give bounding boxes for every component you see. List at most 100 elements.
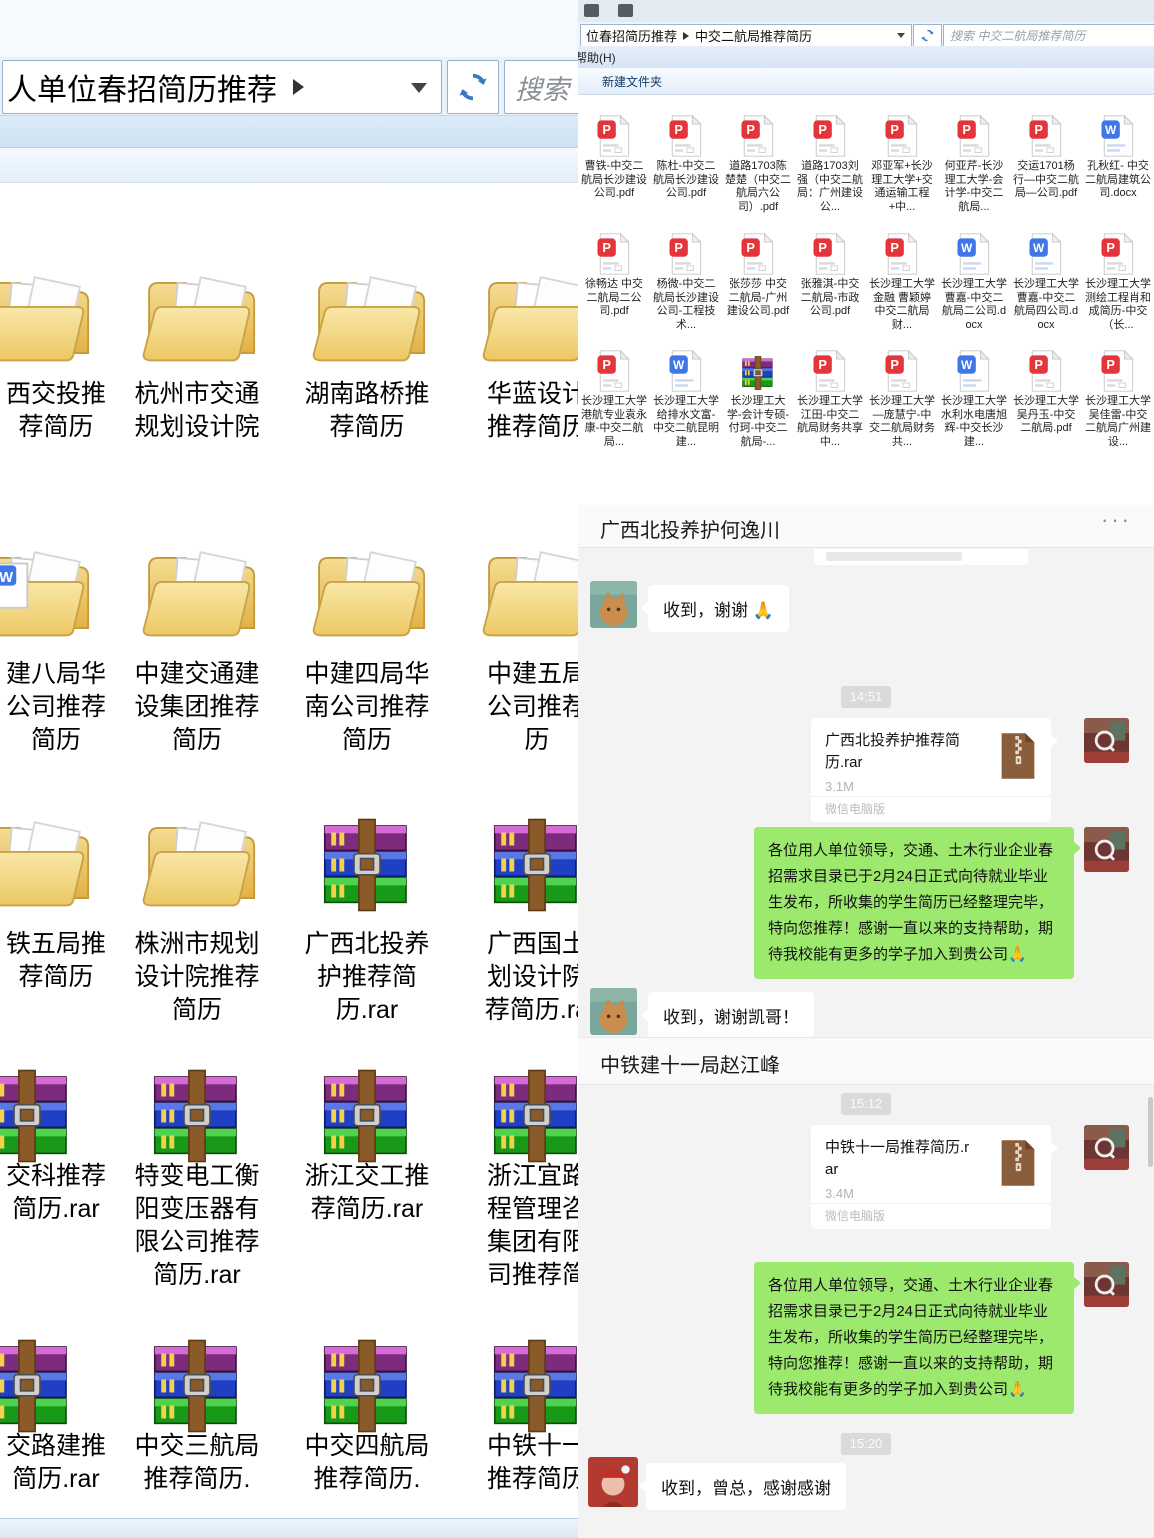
word-file-icon bbox=[955, 232, 993, 276]
avatar[interactable] bbox=[1084, 827, 1129, 877]
file-item[interactable] bbox=[138, 262, 256, 374]
rar-archive-icon bbox=[145, 1068, 249, 1164]
right-address-bar[interactable]: 位春招简历推荐 中交二航局推荐简历 bbox=[580, 24, 912, 47]
file-item[interactable]: 孔秋红- 中交二航局建筑公司.docx bbox=[1083, 114, 1153, 201]
file-item[interactable] bbox=[485, 1328, 579, 1434]
breadcrumb-parent[interactable]: 位春招简历推荐 bbox=[581, 26, 677, 45]
file-item[interactable]: 道路1703陈楚楚（中交二航局六公司）.pdf bbox=[723, 114, 793, 214]
file-item-label[interactable]: 中交四航局 推荐简历. bbox=[288, 1430, 446, 1496]
file-item[interactable] bbox=[0, 807, 90, 919]
file-item-label[interactable]: 交路建推 简历.rar bbox=[0, 1430, 112, 1496]
file-item[interactable]: 长沙理工大学江田-中交二航局财务共享中... bbox=[795, 349, 865, 449]
file-item[interactable] bbox=[0, 537, 90, 649]
file-item[interactable]: 张雅淇-中交二航局-市政公司.pdf bbox=[795, 232, 865, 319]
file-item-label[interactable]: 中建四局华 南公司推荐 简历 bbox=[288, 658, 446, 757]
file-item[interactable]: 邓亚军+长沙理工大学+交通运输工程+中... bbox=[867, 114, 937, 214]
file-item[interactable]: 交运1701杨行—中交二航局—公司.pdf bbox=[1011, 114, 1081, 201]
file-message-card[interactable]: 广西北投养护推荐简历.rar 3.1M 微信电脑版 bbox=[811, 718, 1051, 822]
file-item[interactable] bbox=[315, 807, 419, 913]
file-item[interactable] bbox=[0, 262, 90, 374]
file-item-label[interactable]: 建八局华 公司推荐 简历 bbox=[0, 658, 112, 757]
pdf-file-icon bbox=[595, 114, 633, 158]
avatar[interactable] bbox=[1084, 1262, 1129, 1312]
file-name: 长沙理工大学曹嘉-中交二航局四公司.docx bbox=[1013, 278, 1079, 332]
file-item[interactable]: 陈杜-中交二航局长沙建设公司.pdf bbox=[651, 114, 721, 201]
file-item[interactable] bbox=[485, 807, 579, 913]
file-item-label[interactable]: 铁五局推 荐简历 bbox=[0, 928, 112, 994]
file-item[interactable]: 张莎莎 中交二航局-广州建设公司.pdf bbox=[723, 232, 793, 319]
file-item[interactable]: 杨微-中交二航局长沙建设公司-工程技术... bbox=[651, 232, 721, 332]
file-item[interactable]: 长沙理工大学-会计专硕-付珂-中交二航局-... bbox=[723, 349, 793, 449]
file-item[interactable]: 长沙理工大学曹嘉-中交二航局四公司.docx bbox=[1011, 232, 1081, 332]
file-item[interactable]: 长沙理工大学给排水文富-中交二航昆明建... bbox=[651, 349, 721, 449]
file-item-label[interactable]: 杭州市交通 规划设计院 bbox=[118, 378, 276, 444]
address-dropdown-icon[interactable] bbox=[897, 33, 905, 38]
file-item-label[interactable]: 浙江宜路 程管理咨 集团有限 司推荐简 bbox=[458, 1160, 579, 1292]
file-item[interactable]: 长沙理工大学测绘工程肖和成简历-中交（长... bbox=[1083, 232, 1153, 332]
search-input[interactable]: 搜索 中交二航局推荐简历 bbox=[943, 24, 1154, 47]
file-item-label[interactable]: 特变电工衡 阳变压器有 限公司推荐 简历.rar bbox=[118, 1160, 276, 1292]
refresh-button[interactable] bbox=[447, 60, 499, 114]
avatar[interactable] bbox=[588, 1457, 638, 1512]
address-dropdown-icon[interactable] bbox=[411, 83, 427, 93]
new-folder-button[interactable]: 新建文件夹 bbox=[602, 73, 662, 90]
file-item-label[interactable]: 浙江交工推 荐简历.rar bbox=[288, 1160, 446, 1226]
file-item[interactable] bbox=[315, 1328, 419, 1434]
file-item[interactable]: 何亚芹-长沙理工大学-会计学-中交二航局... bbox=[939, 114, 1009, 214]
file-item[interactable]: 曹铁-中交二航局长沙建设公司.pdf bbox=[579, 114, 649, 201]
refresh-button[interactable] bbox=[913, 24, 942, 47]
avatar[interactable] bbox=[1084, 718, 1129, 768]
file-item[interactable]: 长沙理工大学 金融 曹颖婷 中交二航局财... bbox=[867, 232, 937, 332]
file-item[interactable] bbox=[315, 1058, 419, 1164]
file-item[interactable] bbox=[0, 1328, 79, 1434]
file-item-label[interactable]: 华蓝设计 推荐简历 bbox=[458, 378, 579, 444]
breadcrumb-arrow-icon[interactable] bbox=[293, 79, 304, 95]
file-item-label[interactable]: 广西北投养 护推荐简 历.rar bbox=[288, 928, 446, 1027]
file-item[interactable] bbox=[485, 1058, 579, 1164]
file-item[interactable]: 长沙理工大学港航专业袁永康-中交二航局... bbox=[579, 349, 649, 449]
pdf-file-icon bbox=[955, 114, 993, 158]
file-item[interactable]: 长沙理工大学曹嘉-中交二航局二公司.docx bbox=[939, 232, 1009, 332]
rar-archive-icon bbox=[315, 1338, 419, 1434]
file-item[interactable] bbox=[478, 537, 579, 649]
file-item[interactable]: 道路1703刘强（中交二航局：广州建设公... bbox=[795, 114, 865, 214]
menu-bar: 帮助(H) bbox=[578, 46, 1154, 68]
more-menu-icon[interactable]: ··· bbox=[1101, 507, 1132, 533]
file-item[interactable] bbox=[138, 537, 256, 649]
file-item-label[interactable]: 西交投推 荐简历 bbox=[0, 378, 112, 444]
file-item[interactable] bbox=[478, 262, 579, 374]
right-explorer-window: 位春招简历推荐 中交二航局推荐简历 搜索 中交二航局推荐简历 帮助(H) 新建文… bbox=[578, 0, 1154, 505]
file-source: 微信电脑版 bbox=[811, 796, 1051, 822]
file-item[interactable] bbox=[138, 807, 256, 919]
file-item[interactable]: 长沙理工大学吴佳雷-中交二航局广州建设... bbox=[1083, 349, 1153, 449]
file-item[interactable]: 长沙理工大学—庞慧宁-中交二航局财务共... bbox=[867, 349, 937, 449]
file-item-label[interactable]: 交科推荐 简历.rar bbox=[0, 1160, 112, 1226]
file-item[interactable]: 长沙理工大学水利水电唐旭辉-中交长沙建... bbox=[939, 349, 1009, 449]
file-item-label[interactable]: 中交三航局 推荐简历. bbox=[118, 1430, 276, 1496]
file-item[interactable] bbox=[308, 537, 426, 649]
file-item[interactable]: 长沙理工大学吴丹玉-中交二航局.pdf bbox=[1011, 349, 1081, 436]
file-item[interactable] bbox=[145, 1058, 249, 1164]
avatar[interactable] bbox=[1084, 1125, 1129, 1175]
file-item-label[interactable]: 广西国土 划设计院 荐简历.ra bbox=[458, 928, 579, 1027]
menu-help[interactable]: 帮助(H) bbox=[578, 49, 616, 66]
file-item[interactable] bbox=[308, 262, 426, 374]
file-item-label[interactable]: 中铁十一 推荐简历 bbox=[458, 1430, 579, 1496]
left-address-bar[interactable]: 人单位春招简历推荐 bbox=[2, 60, 442, 114]
file-message-card[interactable]: 中铁十一局推荐简历.rar 3.4M 微信电脑版 bbox=[811, 1125, 1051, 1229]
file-item-label[interactable]: 湖南路桥推 荐简历 bbox=[288, 378, 446, 444]
folder-icon bbox=[308, 537, 426, 649]
search-input[interactable]: 搜索 bbox=[504, 60, 579, 114]
scrollbar-thumb[interactable] bbox=[1148, 1097, 1153, 1167]
breadcrumb[interactable]: 人单位春招简历推荐 bbox=[3, 65, 277, 109]
breadcrumb-current[interactable]: 中交二航局推荐简历 bbox=[695, 26, 812, 45]
avatar[interactable] bbox=[590, 581, 637, 633]
file-item-label[interactable]: 中建五局 公司推荐 历 bbox=[458, 658, 579, 757]
pdf-file-icon bbox=[667, 232, 705, 276]
file-item-label[interactable]: 株洲市规划 设计院推荐 简历 bbox=[118, 928, 276, 1027]
avatar[interactable] bbox=[590, 988, 637, 1040]
file-item-label[interactable]: 中建交通建 设集团推荐 简历 bbox=[118, 658, 276, 757]
file-item[interactable] bbox=[0, 1058, 79, 1164]
file-item[interactable]: 徐畅达 中交二航局二公司.pdf bbox=[579, 232, 649, 319]
file-item[interactable] bbox=[145, 1328, 249, 1434]
